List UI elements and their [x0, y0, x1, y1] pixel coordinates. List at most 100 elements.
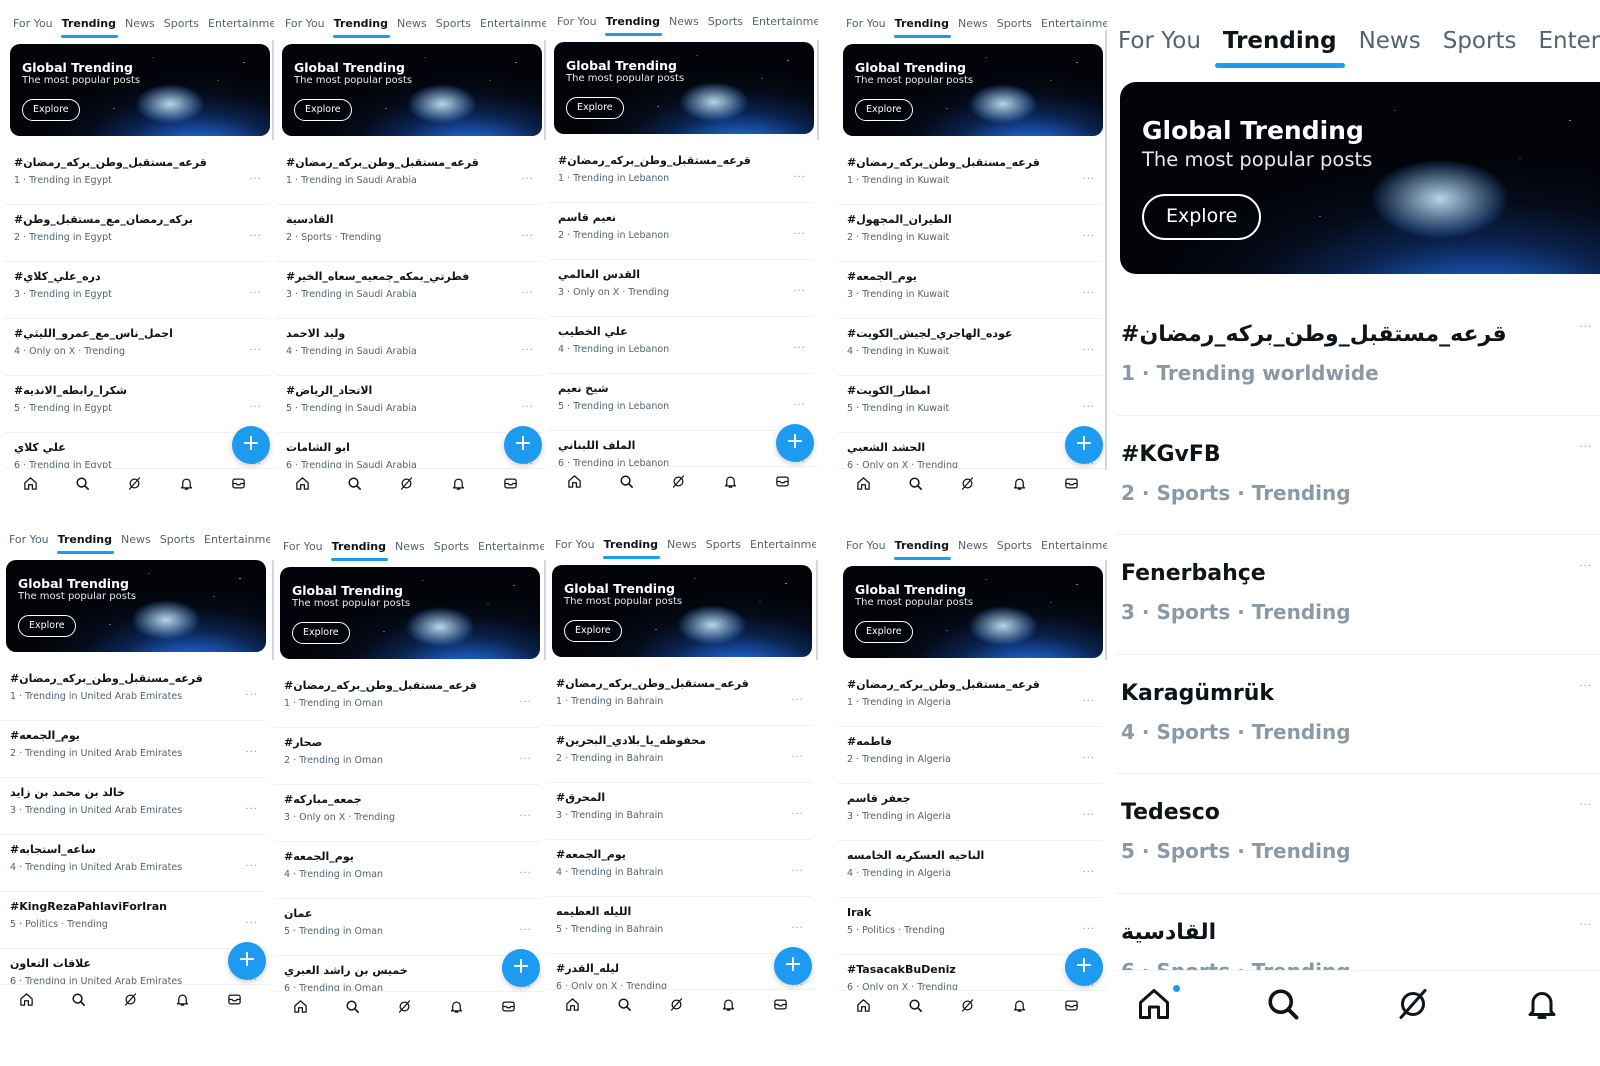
bell-icon[interactable]	[1012, 476, 1027, 495]
tab-for-you[interactable]: For You	[6, 533, 55, 554]
trend-row[interactable]: #قرعه_مستقبل_وطن_بركه_رمضان 1 · Trending …	[0, 664, 266, 721]
trend-row[interactable]: شيخ نعيم 5 · Trending in Lebanon ···	[548, 374, 814, 431]
tab-sports[interactable]: Sports	[433, 17, 477, 38]
grok-icon[interactable]	[671, 474, 686, 493]
trend-row[interactable]: #KGvFB 2 · Sports · Trending ···	[1116, 416, 1600, 536]
trend-row[interactable]: #يوم_الجمعه 2 · Trending in United Arab E…	[0, 721, 266, 778]
more-options-icon[interactable]: ···	[245, 861, 258, 872]
more-options-icon[interactable]: ···	[1082, 753, 1095, 764]
more-options-icon[interactable]: ···	[1579, 322, 1592, 333]
home-icon[interactable]	[295, 476, 310, 495]
tab-entertainment[interactable]: Entertainment	[475, 540, 544, 561]
trend-row[interactable]: #اجمل_ناس_مع_عمرو_الليثي 4 · Only on X · …	[4, 319, 270, 376]
bell-icon[interactable]	[451, 476, 466, 495]
compose-post-button[interactable]: +	[504, 426, 542, 464]
trend-row[interactable]: #محفوظه_يا_بلادي_البحرين 2 · Trending in …	[546, 726, 812, 783]
tab-sports[interactable]: Sports	[431, 540, 475, 561]
grok-icon[interactable]	[399, 476, 414, 495]
compose-post-button[interactable]: +	[1065, 426, 1103, 464]
tab-sports[interactable]: Sports	[1441, 28, 1527, 68]
tab-news[interactable]: News	[118, 533, 157, 554]
tab-enter[interactable]: Enter	[1536, 28, 1600, 68]
mail-icon[interactable]	[231, 476, 246, 495]
home-icon[interactable]	[1136, 986, 1172, 1026]
mail-icon[interactable]	[227, 992, 242, 1011]
tab-news[interactable]: News	[666, 15, 705, 36]
mail-icon[interactable]	[1064, 476, 1079, 495]
home-icon[interactable]	[856, 476, 871, 495]
trend-row[interactable]: الليله العظيمه 5 · Trending in Bahrain ···	[546, 897, 812, 954]
tab-trending[interactable]: Trending	[55, 533, 118, 554]
tab-news[interactable]: News	[1357, 28, 1431, 68]
mail-icon[interactable]	[775, 474, 790, 493]
home-icon[interactable]	[293, 999, 308, 1018]
trend-row[interactable]: Irak 5 · Politics · Trending ···	[837, 898, 1103, 955]
more-options-icon[interactable]: ···	[249, 174, 262, 185]
tab-for-you[interactable]: For You	[554, 15, 603, 36]
more-options-icon[interactable]: ···	[1082, 924, 1095, 935]
tab-trending[interactable]: Trending	[892, 539, 955, 560]
trend-row[interactable]: #الطيران_المجهول 2 · Trending in Kuwait ··…	[837, 205, 1103, 262]
trend-row[interactable]: جعفر قاسم 3 · Trending in Algeria ···	[837, 784, 1103, 841]
tab-entertainment[interactable]: Entertainment	[1038, 17, 1107, 38]
tab-news[interactable]: News	[664, 538, 703, 559]
trend-row[interactable]: نعيم قاسم 2 · Trending in Lebanon ···	[548, 203, 814, 260]
trend-row[interactable]: علي الخطيب 4 · Trending in Lebanon ···	[548, 317, 814, 374]
bell-icon[interactable]	[179, 476, 194, 495]
global-trending-banner[interactable]: Global Trending The most popular posts Exp…	[282, 44, 542, 136]
mail-icon[interactable]	[501, 999, 516, 1018]
scrollbar[interactable]	[816, 560, 818, 660]
trend-row[interactable]: خالد بن محمد بن زايد 3 · Trending in Unit…	[0, 778, 266, 835]
trend-row[interactable]: #ساعه_استجابه 4 · Trending in United Arab…	[0, 835, 266, 892]
more-options-icon[interactable]: ···	[1579, 800, 1592, 811]
tab-for-you[interactable]: For You	[843, 17, 892, 38]
trend-row[interactable]: #شكرا_رابطه_الانديه 5 · Trending in Egypt…	[4, 376, 270, 433]
tab-entertainment[interactable]: Entertainment	[205, 17, 274, 38]
more-options-icon[interactable]: ···	[249, 288, 262, 299]
more-options-icon[interactable]: ···	[519, 925, 532, 936]
home-icon[interactable]	[23, 476, 38, 495]
tab-sports[interactable]: Sports	[157, 533, 201, 554]
global-trending-banner[interactable]: Global Trending The most popular posts Exp…	[1120, 82, 1600, 274]
global-trending-banner[interactable]: Global Trending The most popular posts Exp…	[10, 44, 270, 136]
explore-button[interactable]: Explore	[294, 99, 352, 121]
trend-row[interactable]: #فاطمه 2 · Trending in Algeria ···	[837, 727, 1103, 784]
compose-post-button[interactable]: +	[228, 942, 266, 980]
search-icon[interactable]	[75, 476, 90, 495]
more-options-icon[interactable]: ···	[249, 345, 262, 356]
tab-trending[interactable]: Trending	[1214, 28, 1347, 68]
more-options-icon[interactable]: ···	[521, 345, 534, 356]
search-icon[interactable]	[908, 998, 923, 1017]
more-options-icon[interactable]: ···	[1082, 174, 1095, 185]
more-options-icon[interactable]: ···	[521, 174, 534, 185]
trend-row[interactable]: #امطار_الكويت 5 · Trending in Kuwait ···	[837, 376, 1103, 433]
compose-post-button[interactable]: +	[1065, 948, 1103, 986]
grok-icon[interactable]	[397, 999, 412, 1018]
global-trending-banner[interactable]: Global Trending The most popular posts Exp…	[6, 560, 266, 652]
explore-button[interactable]: Explore	[566, 97, 624, 119]
tab-entertainment[interactable]: Entertainment	[1038, 539, 1107, 560]
trend-row[interactable]: #الاتحاد_الرياض 5 · Trending in Saudi Ara…	[276, 376, 542, 433]
more-options-icon[interactable]: ···	[1082, 402, 1095, 413]
compose-post-button[interactable]: +	[232, 426, 270, 464]
more-options-icon[interactable]: ···	[791, 923, 804, 934]
explore-button[interactable]: Explore	[855, 621, 913, 643]
scrollbar[interactable]	[272, 40, 274, 140]
compose-post-button[interactable]: +	[774, 947, 812, 985]
trend-row[interactable]: #فطرتي_بمكه_جمعيه_سعاه_الخير 3 · Trending…	[276, 262, 542, 319]
tab-entertainment[interactable]: Entertainment	[477, 17, 546, 38]
more-options-icon[interactable]: ···	[793, 400, 806, 411]
bell-icon[interactable]	[1012, 998, 1027, 1017]
grok-icon[interactable]	[960, 998, 975, 1017]
tab-for-you[interactable]: For You	[1116, 28, 1211, 68]
search-icon[interactable]	[1265, 986, 1301, 1026]
search-icon[interactable]	[71, 992, 86, 1011]
more-options-icon[interactable]: ···	[519, 811, 532, 822]
trend-row[interactable]: وليد الاحمد 4 · Trending in Saudi Arabia ·…	[276, 319, 542, 376]
grok-icon[interactable]	[1395, 986, 1431, 1026]
more-options-icon[interactable]: ···	[1579, 681, 1592, 692]
tab-trending[interactable]: Trending	[331, 17, 394, 38]
tab-news[interactable]: News	[955, 539, 994, 560]
trend-row[interactable]: #عوده_الهاجري_لجيش_الكويت 4 · Trending in…	[837, 319, 1103, 376]
explore-button[interactable]: Explore	[292, 622, 350, 644]
